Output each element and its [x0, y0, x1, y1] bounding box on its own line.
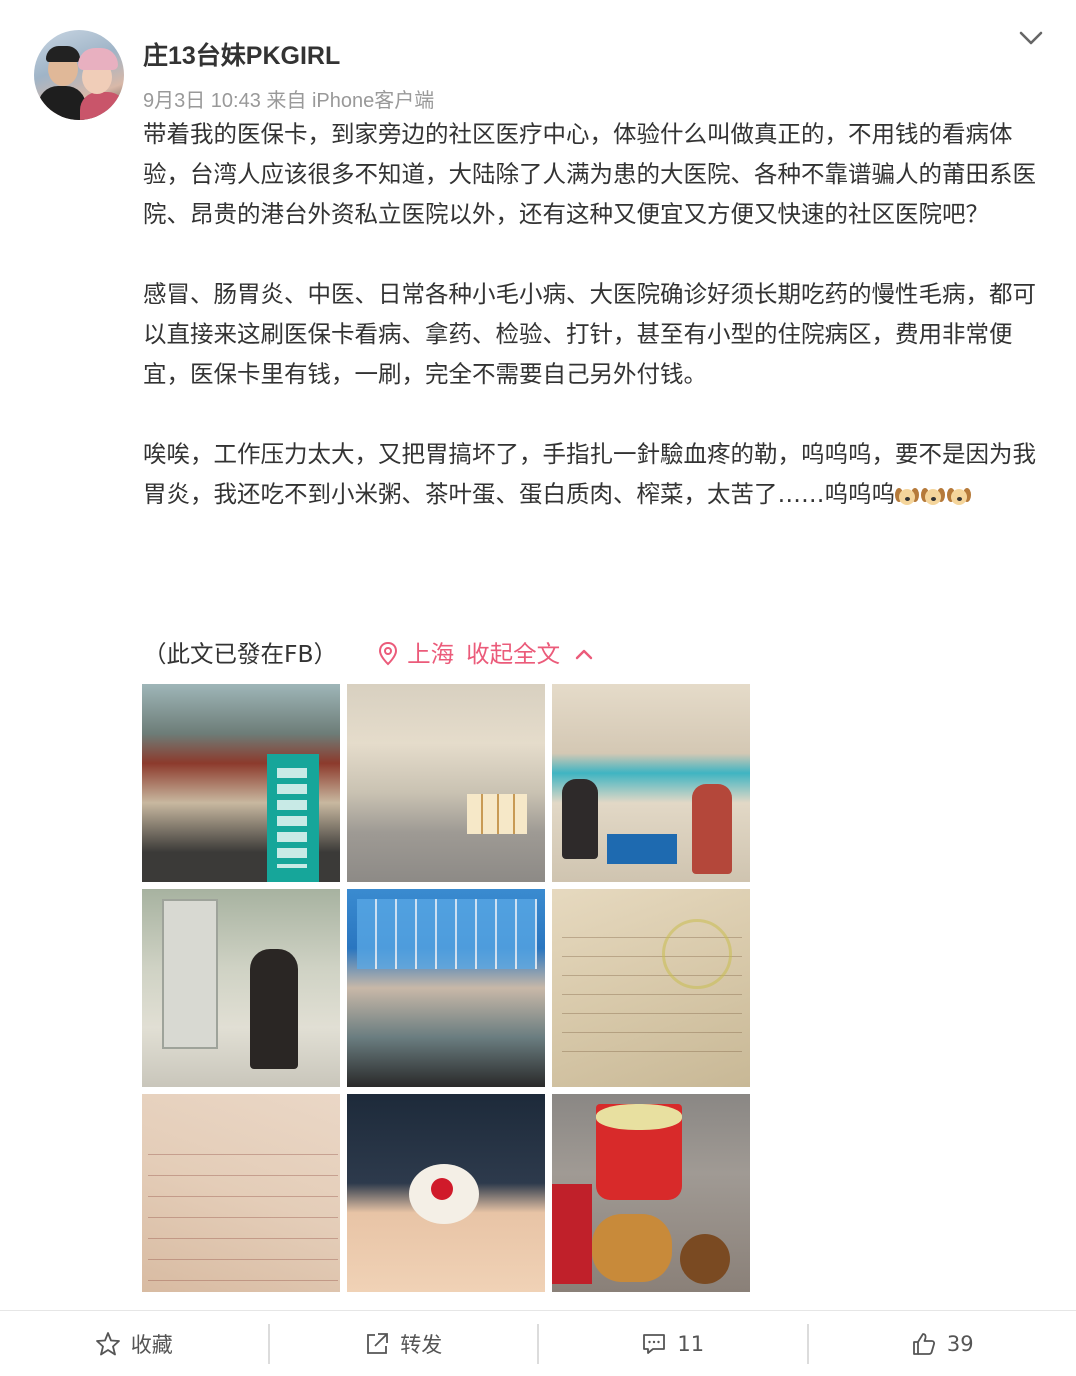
favorite-label: 收藏 [130, 1332, 173, 1357]
service-counter-photo[interactable] [552, 684, 750, 882]
post-note: （此文已發在FB） [143, 640, 338, 668]
clinic-lobby-photo[interactable] [347, 684, 545, 882]
self-service-kiosk-photo[interactable] [142, 889, 340, 1087]
waiting-area-screen-photo[interactable] [347, 889, 545, 1087]
cotton-swab-finger-photo[interactable] [347, 1094, 545, 1292]
avatar[interactable] [34, 30, 124, 120]
location-pin-icon [379, 641, 398, 666]
post-meta: 9月3日 10:43 来自 iPhone客户端 [143, 90, 435, 112]
comment-icon [643, 1333, 666, 1354]
post-paragraph-3: 唉唉，工作压力太大，又把胃搞坏了，手指扎一針驗血疼的勒，呜呜呜，要不是因为我胃炎… [143, 434, 1038, 516]
location-label: 上海 [407, 640, 455, 668]
like-count: 39 [946, 1331, 974, 1356]
post-tags: （此文已發在FB） 上海 收起全文 [143, 636, 594, 672]
location-link[interactable]: 上海 [377, 636, 454, 672]
dog-face-icon [947, 486, 971, 508]
star-icon [95, 1331, 120, 1355]
post-paragraph-1: 带着我的医保卡，到家旁边的社区医疗中心，体验什么叫做真正的，不用钱的看病体验，台… [143, 120, 1036, 228]
favorite-button[interactable]: 收藏 [0, 1324, 268, 1364]
post-body: 带着我的医保卡，到家旁边的社区医疗中心，体验什么叫做真正的，不用钱的看病体验，台… [143, 114, 1038, 556]
photo-grid [142, 684, 750, 1292]
like-button[interactable]: 39 [809, 1324, 1076, 1364]
chevron-down-icon[interactable] [1016, 26, 1046, 50]
repost-button[interactable]: 转发 [270, 1324, 538, 1364]
emoji-group [895, 476, 973, 516]
post-paragraph-2: 感冒、肠胃炎、中医、日常各种小毛小病、大医院确诊好须长期吃药的慢性毛病，都可以直… [143, 280, 1036, 388]
chevron-up-icon[interactable] [574, 647, 594, 661]
dog-face-icon [921, 486, 945, 508]
receipt-photo[interactable] [552, 889, 750, 1087]
repost-label: 转发 [400, 1332, 443, 1357]
lab-receipt-photo[interactable] [142, 1094, 340, 1292]
collapse-button[interactable]: 收起全文 [466, 636, 560, 672]
action-bar: 收藏 转发 11 39 [0, 1310, 1076, 1376]
dog-face-icon [895, 486, 919, 508]
username[interactable]: 庄13台妹PKGIRL [143, 36, 340, 72]
comment-count: 11 [677, 1331, 705, 1356]
thumbs-up-icon [912, 1332, 935, 1355]
share-icon [367, 1332, 389, 1354]
breakfast-food-photo[interactable] [552, 1094, 750, 1292]
clinic-entrance-photo[interactable] [142, 684, 340, 882]
comment-button[interactable]: 11 [539, 1324, 807, 1364]
